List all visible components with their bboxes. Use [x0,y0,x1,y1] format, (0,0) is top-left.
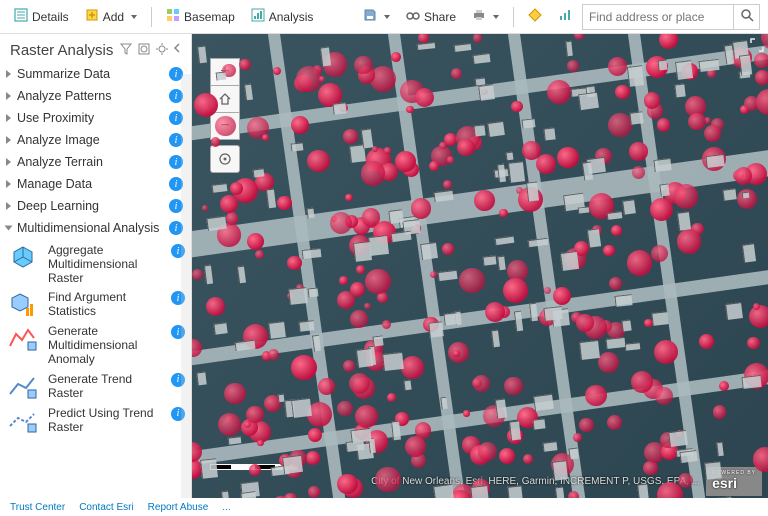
tool-find-argument-statistics[interactable]: Find Argument Statisticsi [4,288,187,322]
basemap-button[interactable]: Basemap [160,5,241,28]
category-summarize-data[interactable]: Summarize Datai [0,63,191,85]
panel-title: Raster Analysis [10,42,113,59]
search-icon [740,8,754,25]
expand-arrow-icon [6,202,11,210]
analysis-sidebar: Raster Analysis Summarize DataiAnalyze P… [0,34,192,498]
tool-label: Predict Using Trend Raster [48,407,163,435]
category-manage-data[interactable]: Manage Datai [0,173,191,195]
expand-arrow-icon [5,226,13,231]
caret-down-icon [131,15,137,19]
tool-icon [6,291,40,319]
share-button[interactable]: Share [400,7,462,27]
tool-label: Find Argument Statistics [48,291,163,319]
search-button[interactable] [733,5,759,29]
tool-label: Generate Multidimensional Anomaly [48,325,163,366]
category-label: Summarize Data [17,67,169,81]
tool-icon [6,325,40,353]
separator [513,7,514,27]
esri-logo: POWERED BY esri [706,467,762,496]
expand-arrow-icon [6,180,11,188]
scroll-indicator[interactable] [181,74,191,498]
tool-generate-multidimensional-anomaly[interactable]: Generate Multidimensional Anomalyi [4,322,187,369]
directions-button[interactable] [522,5,548,28]
save-icon [363,8,377,25]
expand-arrow-icon [6,158,11,166]
tool-label: Generate Trend Raster [48,373,163,401]
top-toolbar: Details Add Basemap Analysis Share [0,0,768,34]
tool-list: Aggregate Multidimensional RasteriFind A… [0,239,191,444]
category-label: Analyze Patterns [17,89,169,103]
attribution-text: City of New Orleans, Esri, HERE, Garmin,… [371,476,700,487]
details-label: Details [32,10,69,24]
collapse-icon[interactable] [173,42,181,59]
category-list: Summarize DataiAnalyze PatternsiUse Prox… [0,63,191,498]
category-label: Analyze Terrain [17,155,169,169]
footer: Trust Center Contact Esri Report Abuse .… [0,498,768,516]
category-use-proximity[interactable]: Use Proximityi [0,107,191,129]
directions-icon [528,8,542,25]
category-deep-learning[interactable]: Deep Learningi [0,195,191,217]
add-label: Add [103,10,124,24]
search-box [582,4,760,30]
expand-arrow-icon [6,70,11,78]
tool-icon [6,373,40,401]
caret-down-icon [493,15,499,19]
history-icon[interactable] [137,42,151,59]
scale-bar [210,464,298,470]
details-button[interactable]: Details [8,5,75,28]
zoom-controls: + − [210,58,240,172]
category-label: Use Proximity [17,111,169,125]
print-button[interactable] [466,5,505,28]
more-link[interactable]: ... [222,502,230,513]
trust-center-link[interactable]: Trust Center [10,502,65,513]
category-analyze-image[interactable]: Analyze Imagei [0,129,191,151]
map-viewport[interactable]: + − City of New Orleans, Esri, HERE, Gar… [192,34,768,498]
home-button[interactable] [210,85,240,113]
tool-aggregate-multidimensional-raster[interactable]: Aggregate Multidimensional Rasteri [4,241,187,288]
add-button[interactable]: Add [79,5,143,28]
tool-icon [6,244,40,272]
analysis-button[interactable]: Analysis [245,5,320,28]
tool-generate-trend-raster[interactable]: Generate Trend Rasteri [4,370,187,404]
category-label: Manage Data [17,177,169,191]
category-label: Analyze Image [17,133,169,147]
caret-down-icon [384,15,390,19]
tool-predict-using-trend-raster[interactable]: Predict Using Trend Rasteri [4,404,187,438]
expand-arrow-icon [6,92,11,100]
separator [151,7,152,27]
analysis-icon [251,8,265,25]
category-analyze-patterns[interactable]: Analyze Patternsi [0,85,191,107]
category-label: Multidimensional Analysis [17,221,169,235]
filter-icon[interactable] [119,42,133,59]
contact-esri-link[interactable]: Contact Esri [79,502,133,513]
expand-arrow-icon [6,136,11,144]
category-analyze-terrain[interactable]: Analyze Terraini [0,151,191,173]
locate-button[interactable] [210,145,240,173]
expand-arrow-icon [6,114,11,122]
zoom-out-button[interactable]: − [210,112,240,140]
category-label: Deep Learning [17,199,169,213]
zoom-in-button[interactable]: + [210,58,240,86]
tool-label: Aggregate Multidimensional Raster [48,244,163,285]
aerial-imagery [192,34,768,498]
measure-button[interactable] [552,5,578,28]
category-multidimensional-analysis[interactable]: Multidimensional Analysisi [0,217,191,239]
search-input[interactable] [583,10,733,24]
attribution: City of New Orleans, Esri, HERE, Garmin,… [371,467,762,496]
chart-icon [558,8,572,25]
add-icon [85,8,99,25]
expand-map-button[interactable] [750,38,764,52]
link-icon [406,10,420,24]
details-icon [14,8,28,25]
settings-icon[interactable] [155,42,169,59]
basemap-label: Basemap [184,10,235,24]
print-icon [472,8,486,25]
tool-icon [6,407,40,435]
analysis-label: Analysis [269,10,314,24]
share-label: Share [424,10,456,24]
report-abuse-link[interactable]: Report Abuse [148,502,209,513]
basemap-icon [166,8,180,25]
save-button[interactable] [357,5,396,28]
